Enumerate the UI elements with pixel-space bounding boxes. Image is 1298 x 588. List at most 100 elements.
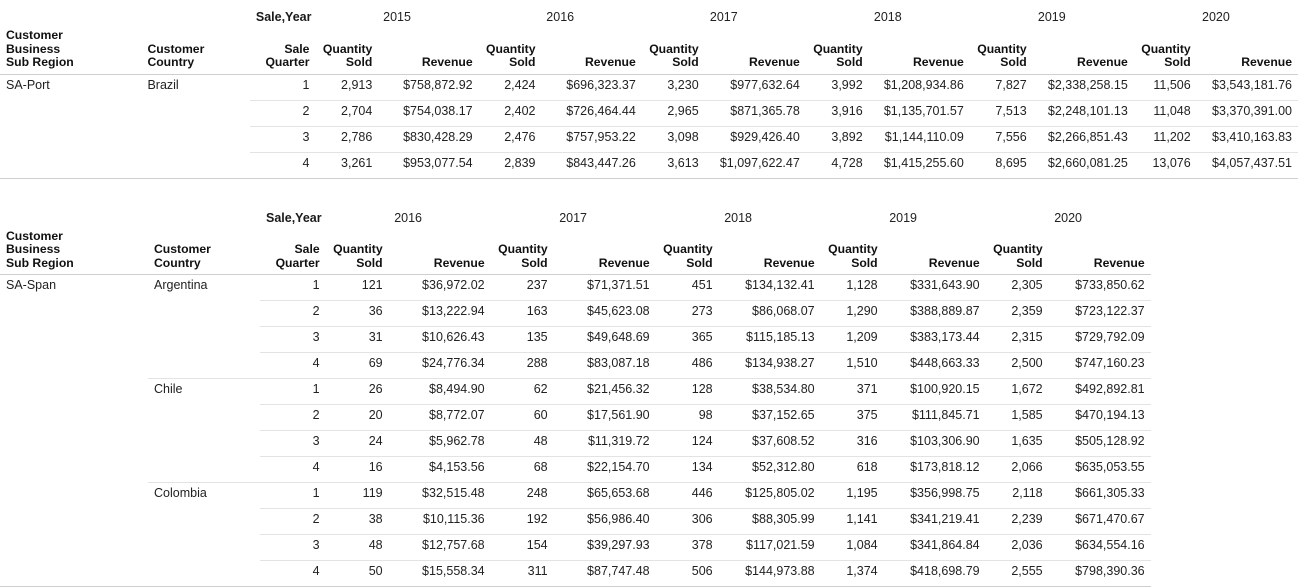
table-row[interactable]: Colombia1119$32,515.48248$65,653.68446$1…	[0, 483, 1151, 509]
cell-sale-quarter: 1	[260, 275, 326, 301]
cell-quantity-sold: 7,556	[970, 126, 1033, 152]
cell-quantity-sold: 486	[656, 353, 719, 379]
header-revenue: Revenue	[719, 230, 821, 275]
cell-revenue: $17,561.90	[554, 405, 656, 431]
cell-revenue: $418,698.79	[884, 561, 986, 587]
table-bottom-rule	[0, 178, 1298, 180]
cell-revenue: $65,653.68	[554, 483, 656, 509]
cell-quantity-sold: 237	[491, 275, 554, 301]
table-row[interactable]: 220$8,772.0760$17,561.9098$37,152.65375$…	[0, 405, 1151, 431]
header-line: Sold	[827, 257, 878, 271]
cell-quantity-sold: 98	[656, 405, 719, 431]
cell-revenue: $8,772.07	[389, 405, 491, 431]
header-line: Sold	[332, 257, 383, 271]
header-quantity-sold: QuantitySold	[491, 230, 554, 275]
table-row[interactable]: 236$13,222.94163$45,623.08273$86,068.071…	[0, 301, 1151, 327]
year-column-header: 2017	[642, 0, 806, 29]
cell-quantity-sold: 248	[491, 483, 554, 509]
header-line: Sold	[1140, 56, 1191, 70]
cell-quantity-sold: 2,913	[315, 74, 378, 100]
header-quantity-sold: QuantitySold	[642, 29, 705, 74]
table-row[interactable]: 43,261$953,077.542,839$843,447.263,613$1…	[0, 152, 1298, 178]
year-row-pad	[0, 0, 141, 29]
cell-quantity-sold: 68	[491, 457, 554, 483]
cell-quantity-sold: 3,916	[806, 100, 869, 126]
cell-sale-quarter: 4	[260, 457, 326, 483]
table-row[interactable]: 469$24,776.34288$83,087.18486$134,938.27…	[0, 353, 1151, 379]
cell-sub-region	[0, 431, 148, 457]
header-line: Quantity	[827, 243, 878, 257]
pivot-table: Sale,Year20162017201820192020CustomerBus…	[0, 201, 1151, 588]
year-column-header: 2016	[479, 0, 642, 29]
cell-quantity-sold: 1,510	[821, 353, 884, 379]
table-row[interactable]: 348$12,757.68154$39,297.93378$117,021.59…	[0, 535, 1151, 561]
cell-quantity-sold: 1,374	[821, 561, 884, 587]
header-revenue: Revenue	[869, 29, 970, 74]
header-line: Quarter	[256, 56, 310, 70]
cell-sale-quarter: 1	[250, 74, 316, 100]
cell-country	[141, 126, 249, 152]
header-revenue: Revenue	[1197, 29, 1298, 74]
cell-quantity-sold: 1,635	[986, 431, 1049, 457]
cell-revenue: $39,297.93	[554, 535, 656, 561]
cell-quantity-sold: 48	[326, 535, 389, 561]
header-quantity-sold: QuantitySold	[326, 230, 389, 275]
header-line: Quantity	[1140, 43, 1191, 57]
cell-revenue: $4,057,437.51	[1197, 152, 1298, 178]
cell-revenue: $21,456.32	[554, 379, 656, 405]
cell-quantity-sold: 1,290	[821, 301, 884, 327]
cell-quantity-sold: 618	[821, 457, 884, 483]
cell-quantity-sold: 2,239	[986, 509, 1049, 535]
cell-sub-region	[0, 535, 148, 561]
header-revenue: Revenue	[378, 29, 478, 74]
cell-revenue: $5,962.78	[389, 431, 491, 457]
table-row[interactable]: SA-PortBrazil12,913$758,872.922,424$696,…	[0, 74, 1298, 100]
table-row[interactable]: 450$15,558.34311$87,747.48506$144,973.88…	[0, 561, 1151, 587]
cell-quantity-sold: 1,128	[821, 275, 884, 301]
cell-quantity-sold: 3,098	[642, 126, 705, 152]
table-row[interactable]: Chile126$8,494.9062$21,456.32128$38,534.…	[0, 379, 1151, 405]
header-line: Revenue	[725, 257, 815, 271]
cell-quantity-sold: 11,048	[1134, 100, 1197, 126]
year-column-header: 2018	[656, 201, 821, 230]
header-quantity-sold: QuantitySold	[806, 29, 869, 74]
header-line: Customer	[154, 243, 254, 257]
cell-quantity-sold: 451	[656, 275, 719, 301]
cell-sale-quarter: 2	[260, 301, 326, 327]
cell-revenue: $103,306.90	[884, 431, 986, 457]
cell-revenue: $37,152.65	[719, 405, 821, 431]
cell-revenue: $134,938.27	[719, 353, 821, 379]
cell-sale-quarter: 3	[260, 327, 326, 353]
header-line: Sub Region	[6, 257, 142, 271]
cell-quantity-sold: 306	[656, 509, 719, 535]
table-spacer	[0, 180, 1298, 201]
table-row[interactable]: SA-SpanArgentina1121$36,972.02237$71,371…	[0, 275, 1151, 301]
table-row[interactable]: 416$4,153.5668$22,154.70134$52,312.80618…	[0, 457, 1151, 483]
cell-revenue: $723,122.37	[1049, 301, 1151, 327]
cell-sale-quarter: 4	[250, 152, 316, 178]
table-row[interactable]: 32,786$830,428.292,476$757,953.223,098$9…	[0, 126, 1298, 152]
cell-sub-region: SA-Span	[0, 275, 148, 301]
cell-quantity-sold: 124	[656, 431, 719, 457]
table-row[interactable]: 238$10,115.36192$56,986.40306$88,305.991…	[0, 509, 1151, 535]
cell-sub-region	[0, 301, 148, 327]
header-revenue: Revenue	[541, 29, 641, 74]
cell-quantity-sold: 2,036	[986, 535, 1049, 561]
table-row[interactable]: 331$10,626.43135$49,648.69365$115,185.13…	[0, 327, 1151, 353]
cell-quantity-sold: 62	[491, 379, 554, 405]
cell-sub-region	[0, 126, 141, 152]
year-column-header: 2018	[806, 0, 970, 29]
cell-quantity-sold: 1,672	[986, 379, 1049, 405]
cell-revenue: $3,370,391.00	[1197, 100, 1298, 126]
table-row[interactable]: 22,704$754,038.172,402$726,464.442,965$8…	[0, 100, 1298, 126]
cell-quantity-sold: 26	[326, 379, 389, 405]
cell-revenue: $758,872.92	[378, 74, 478, 100]
table-row[interactable]: 324$5,962.7848$11,319.72124$37,608.52316…	[0, 431, 1151, 457]
cell-sub-region: SA-Port	[0, 74, 141, 100]
header-line: Customer	[147, 43, 243, 57]
cell-revenue: $754,038.17	[378, 100, 478, 126]
header-revenue: Revenue	[884, 230, 986, 275]
cell-revenue: $1,097,622.47	[705, 152, 806, 178]
year-row-pad	[148, 201, 260, 230]
header-quantity-sold: QuantitySold	[315, 29, 378, 74]
